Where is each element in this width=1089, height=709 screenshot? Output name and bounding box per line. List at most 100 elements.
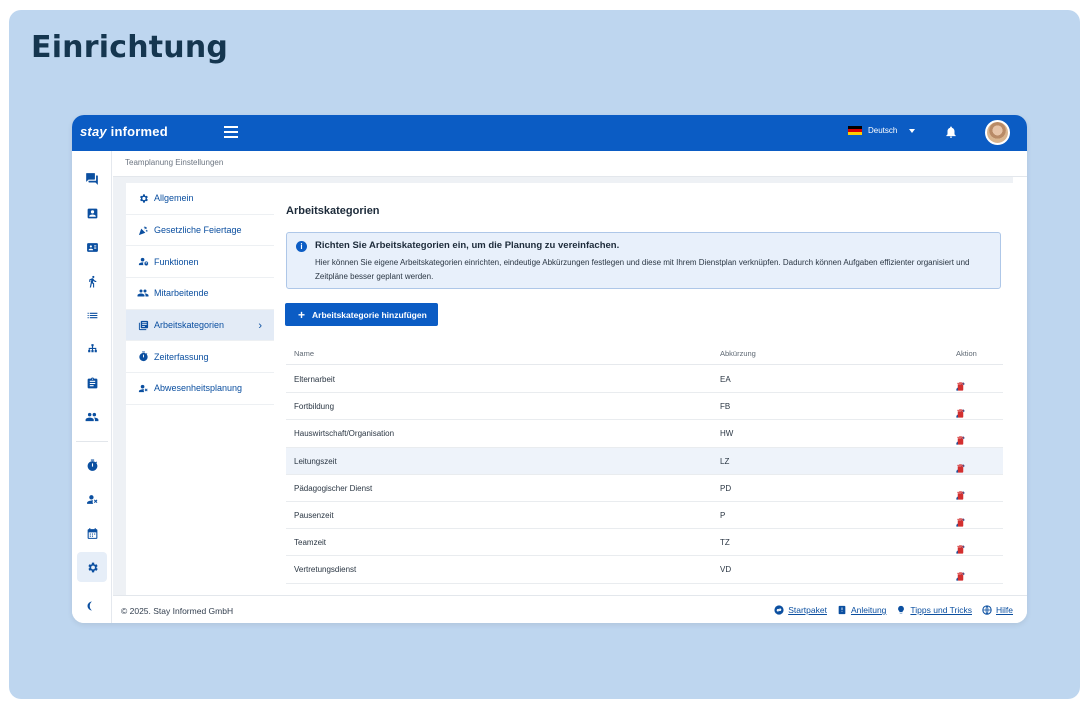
delete-icon[interactable] [955, 571, 966, 584]
table-body: Elternarbeit EA Fortbildung FB Hauswirtschaf… [286, 366, 1003, 595]
column-abbr: Abkürzung [720, 349, 756, 358]
nav-label: Funktionen [154, 256, 199, 267]
divider [76, 441, 108, 442]
row-name: Vertretungsdienst [294, 565, 357, 575]
chevron-right-icon: › [258, 319, 262, 332]
swap-icon [774, 605, 784, 615]
dark-mode-icon[interactable] [77, 591, 107, 621]
table-row: Hauswirtschaft/Organisation HW [286, 420, 1003, 448]
anleitung-label: Anleitung [850, 605, 887, 615]
section-title: Arbeitskategorien [286, 205, 380, 217]
delete-icon[interactable] [955, 435, 966, 448]
people-icon [137, 287, 149, 299]
bell-icon[interactable] [944, 125, 958, 139]
person-off-icon [137, 382, 149, 394]
nav-label: Mitarbeitende [154, 288, 209, 299]
library-icon [137, 319, 149, 331]
row-abbr: FB [720, 402, 731, 412]
copyright: © 2025. Stay Informed GmbH [121, 606, 234, 616]
anleitung-link[interactable]: Anleitung [837, 605, 886, 615]
avatar[interactable] [985, 120, 1010, 145]
settings-nav: Allgemein Gesetzliche Feiertage Funktion… [126, 183, 274, 595]
plus-icon: + [298, 307, 306, 322]
info-box: i Richten Sie Arbeitskategorien ein, um … [286, 232, 1001, 289]
nav-item-arbeitskategorien[interactable]: Arbeitskategorien › [126, 309, 274, 342]
breadcrumb: Teamplanung Einstellungen [113, 151, 1027, 177]
brand-logo[interactable]: stay informed [80, 124, 168, 139]
column-name: Name [294, 349, 315, 358]
nav-item-zeiterfassung[interactable]: Zeiterfassung [126, 341, 274, 374]
startpaket-label: Startpaket [788, 605, 827, 615]
table-row: Pädagogischer Dienst PD [286, 475, 1003, 502]
table-row: Teamzeit TZ [286, 529, 1003, 557]
footer-links: Startpaket Anleitung Tipps und Tricks Hi… [774, 605, 1013, 615]
row-name: Hauswirtschaft/Organisation [294, 429, 395, 439]
person-settings-icon [137, 256, 149, 268]
person-walking-icon[interactable] [77, 266, 107, 296]
row-name: Fortbildung [294, 402, 335, 412]
table-row: Elternarbeit EA [286, 366, 1003, 394]
chat-icon[interactable] [77, 164, 107, 194]
nav-label: Gesetzliche Feiertage [154, 225, 242, 236]
badge-icon[interactable] [77, 232, 107, 262]
german-flag-icon [848, 126, 862, 135]
main-panel: Arbeitskategorien i Richten Sie Arbeitsk… [274, 183, 1013, 595]
top-bar: stay informed Deutsch [72, 115, 1027, 151]
table-row: Pausenzeit P [286, 502, 1003, 530]
delete-icon[interactable] [955, 381, 966, 394]
gear-icon [137, 192, 149, 204]
table-row: Vertretungsdienst VD [286, 556, 1003, 584]
content-area: Allgemein Gesetzliche Feiertage Funktion… [113, 177, 1013, 595]
person-off-icon[interactable] [77, 484, 107, 514]
nav-item-allgemein[interactable]: Allgemein [126, 183, 274, 215]
menu-icon[interactable] [224, 126, 238, 138]
row-name: Pädagogischer Dienst [294, 483, 373, 493]
contact-card-icon[interactable] [77, 198, 107, 228]
delete-icon[interactable] [955, 408, 966, 421]
add-category-button[interactable]: + Arbeitskategorie hinzufügen [285, 303, 438, 326]
startpaket-link[interactable]: Startpaket [774, 605, 827, 615]
brand-informed: informed [106, 124, 168, 139]
brand-stay: stay [80, 124, 107, 139]
tipps-link[interactable]: Tipps und Tricks [896, 605, 972, 615]
row-abbr: HW [720, 429, 734, 439]
row-abbr: PD [720, 483, 732, 493]
calendar-icon[interactable] [77, 518, 107, 548]
group-icon[interactable] [77, 402, 107, 432]
globe-icon [982, 605, 992, 615]
nav-item-abwesenheitsplanung[interactable]: Abwesenheitsplanung [126, 373, 274, 405]
row-name: Pausenzeit [294, 510, 334, 520]
timer-icon[interactable] [77, 450, 107, 480]
row-abbr: EA [720, 375, 731, 384]
language-selector[interactable]: Deutsch [848, 126, 916, 135]
settings-icon[interactable] [77, 552, 107, 582]
page-heading: Einrichtung [31, 30, 229, 65]
info-body: Hier können Sie eigene Arbeitskategorien… [315, 258, 970, 281]
table-row: Fortbildung FB [286, 393, 1003, 421]
nav-item-feiertage[interactable]: Gesetzliche Feiertage [126, 215, 274, 247]
lightbulb-icon [898, 605, 905, 614]
nav-label: Allgemein [154, 193, 194, 204]
delete-icon[interactable] [955, 463, 966, 476]
icon-sidebar [72, 151, 112, 623]
nav-item-funktionen[interactable]: Funktionen [126, 246, 274, 279]
tipps-label: Tipps und Tricks [910, 605, 972, 615]
list-icon[interactable] [77, 300, 107, 330]
delete-icon[interactable] [955, 490, 966, 503]
table-row: Leitungszeit LZ [286, 447, 1003, 476]
row-abbr: LZ [720, 456, 730, 466]
nav-item-mitarbeitende[interactable]: Mitarbeitende [126, 278, 274, 310]
book-icon [838, 605, 846, 615]
clipboard-icon[interactable] [77, 368, 107, 398]
hilfe-label: Hilfe [995, 605, 1013, 615]
column-action: Aktion [956, 349, 977, 358]
row-name: Leitungszeit [294, 456, 337, 466]
caret-down-icon [909, 128, 916, 133]
row-abbr: VD [720, 565, 732, 575]
delete-icon[interactable] [955, 517, 966, 530]
add-category-label: Arbeitskategorie hinzufügen [312, 309, 427, 320]
timer-icon [137, 351, 149, 363]
delete-icon[interactable] [955, 544, 966, 557]
org-chart-icon[interactable] [77, 334, 107, 364]
hilfe-link[interactable]: Hilfe [982, 605, 1013, 615]
